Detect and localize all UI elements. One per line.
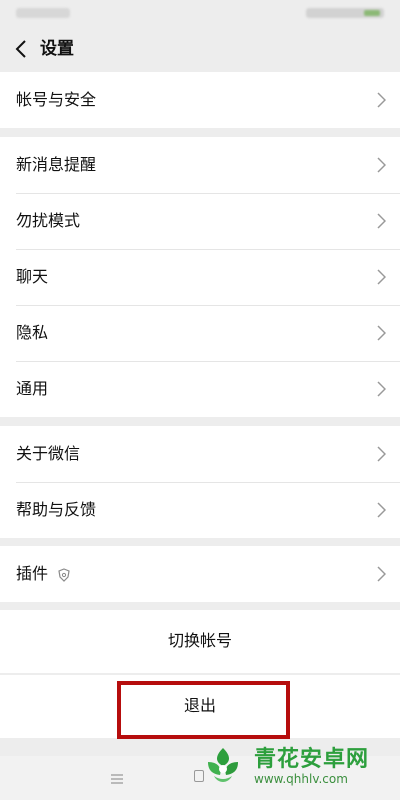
settings-item-label: 通用	[16, 379, 49, 398]
settings-item-new-message-alerts[interactable]: 新消息提醒	[0, 137, 400, 193]
watermark-url: www.qhhlv.com	[254, 772, 348, 786]
settings-item-general[interactable]: 通用	[0, 361, 400, 417]
chevron-right-icon	[377, 381, 386, 397]
menu-icon[interactable]	[110, 770, 124, 784]
settings-item-do-not-disturb[interactable]: 勿扰模式	[0, 193, 400, 249]
settings-item-label: 关于微信	[16, 444, 81, 463]
logout-label: 退出	[183, 696, 216, 715]
settings-group-general: 新消息提醒 勿扰模式 聊天 隐私 通用	[0, 137, 400, 417]
chevron-right-icon	[377, 269, 386, 285]
watermark-texts: 青花安卓网 www.qhhlv.com	[254, 747, 370, 787]
logout-section: 退出	[0, 675, 400, 738]
settings-group-about: 关于微信 帮助与反馈	[0, 426, 400, 538]
status-bar	[0, 0, 400, 26]
settings-item-label: 帮助与反馈	[16, 500, 97, 519]
chevron-right-icon	[377, 566, 386, 582]
status-bar-blurred-left	[16, 8, 70, 18]
chevron-left-icon	[15, 40, 26, 58]
watermark-logo-icon	[200, 744, 246, 790]
settings-group-account: 帐号与安全	[0, 72, 400, 128]
switch-account-button[interactable]: 切换帐号	[0, 610, 400, 673]
chevron-right-icon	[377, 157, 386, 173]
watermark: 青花安卓网 www.qhhlv.com	[200, 742, 392, 792]
settings-item-label: 帐号与安全	[16, 90, 97, 109]
settings-item-label: 聊天	[16, 267, 49, 286]
chevron-right-icon	[377, 92, 386, 108]
chevron-right-icon	[377, 502, 386, 518]
back-button[interactable]	[10, 37, 34, 61]
settings-item-label: 隐私	[16, 323, 49, 342]
switch-account-label: 切换帐号	[167, 631, 232, 650]
settings-item-label: 勿扰模式	[16, 211, 81, 230]
settings-item-about-wechat[interactable]: 关于微信	[0, 426, 400, 482]
settings-item-account-security[interactable]: 帐号与安全	[0, 72, 400, 128]
settings-item-label: 插件	[16, 564, 49, 583]
settings-item-plugins[interactable]: 插件	[0, 546, 400, 602]
logout-button[interactable]: 退出	[0, 675, 400, 738]
page-title: 设置	[40, 39, 74, 59]
settings-item-privacy[interactable]: 隐私	[0, 305, 400, 361]
settings-item-chat[interactable]: 聊天	[0, 249, 400, 305]
chevron-right-icon	[377, 213, 386, 229]
chevron-right-icon	[377, 325, 386, 341]
settings-item-help-feedback[interactable]: 帮助与反馈	[0, 482, 400, 538]
settings-item-label: 新消息提醒	[16, 155, 97, 174]
watermark-title: 青花安卓网	[254, 747, 370, 772]
switch-account-section: 切换帐号	[0, 610, 400, 673]
shield-icon	[57, 567, 71, 582]
chevron-right-icon	[377, 446, 386, 462]
settings-group-plugins: 插件	[0, 546, 400, 602]
top-navbar: 设置	[0, 26, 400, 72]
status-bar-blurred-right	[306, 8, 384, 18]
